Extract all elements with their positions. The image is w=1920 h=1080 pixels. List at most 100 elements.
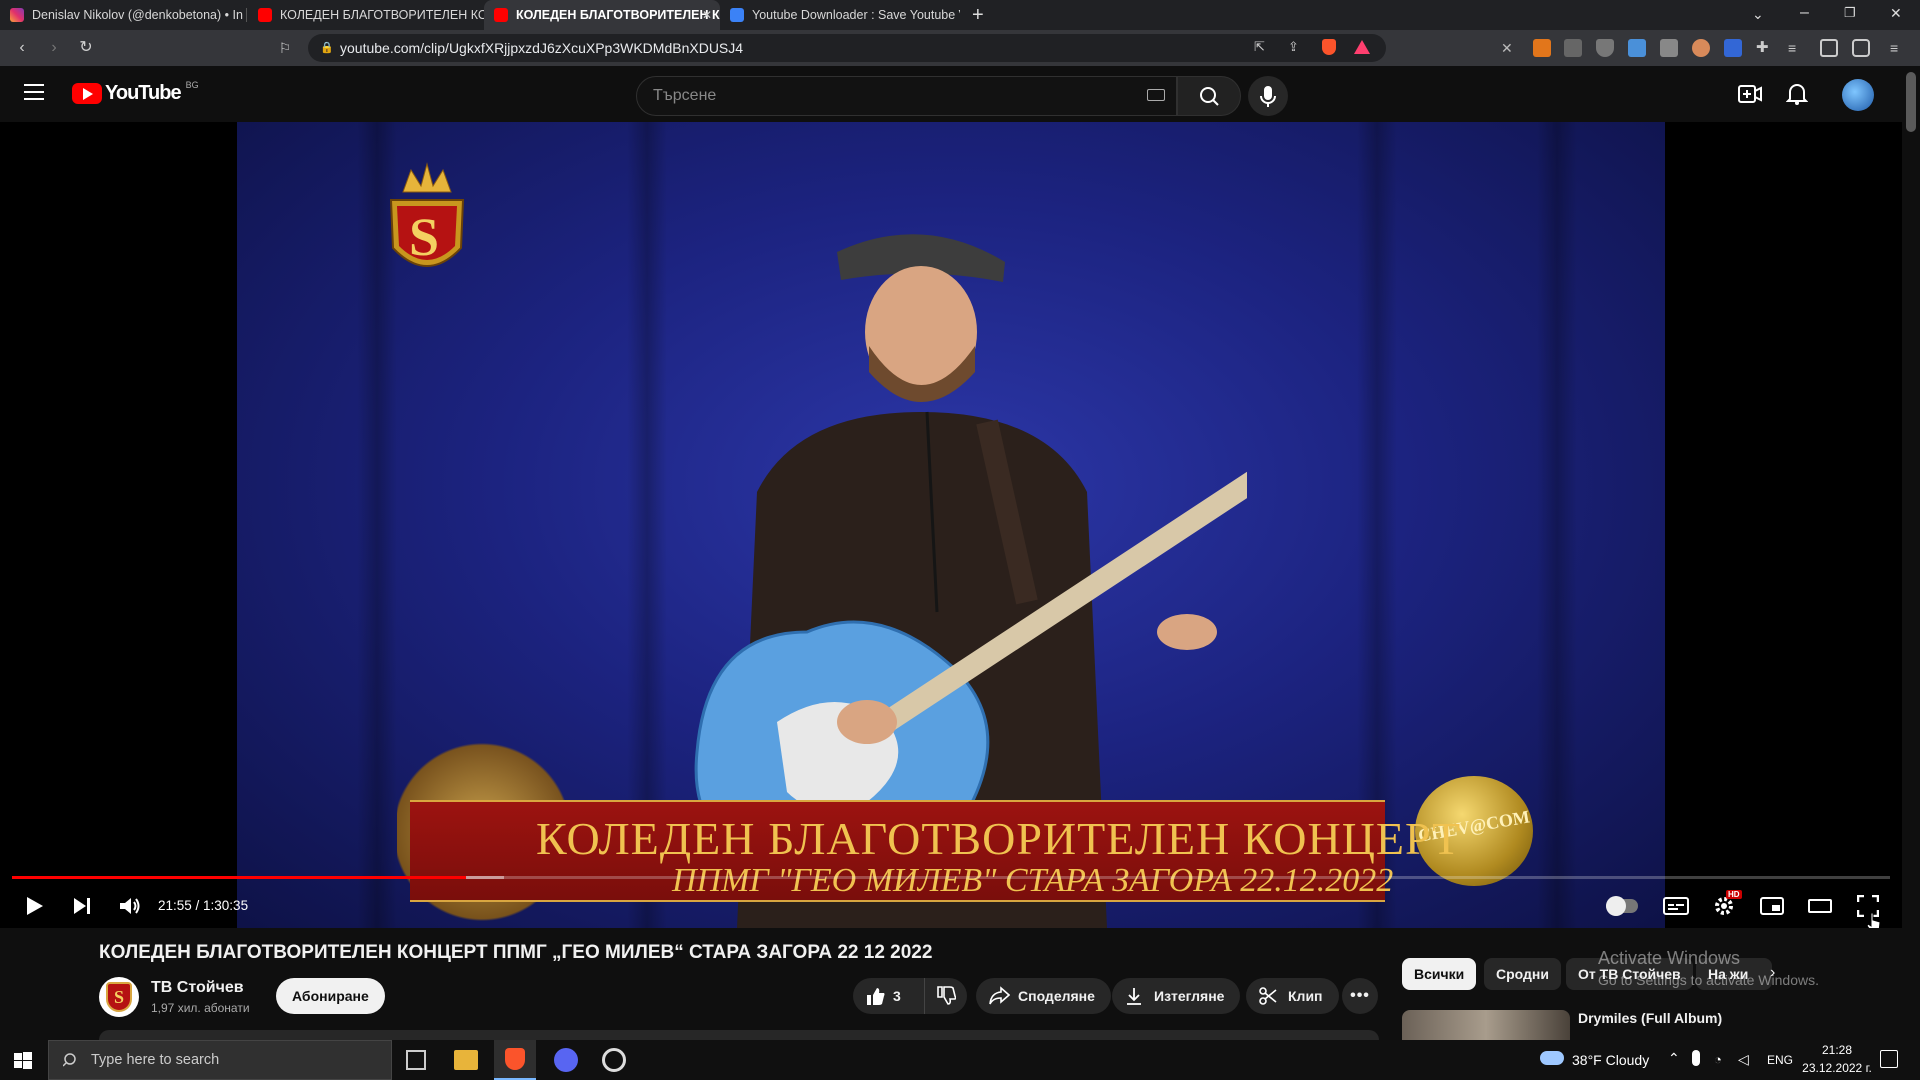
description-box[interactable] <box>99 1030 1379 1040</box>
subtitles-button[interactable] <box>1658 888 1694 924</box>
voice-search-button[interactable] <box>1248 76 1288 116</box>
windows-start-icon[interactable] <box>14 1052 32 1070</box>
dislike-button[interactable] <box>925 978 967 1014</box>
discord-icon[interactable] <box>554 1048 578 1072</box>
subscribe-label: Абониране <box>292 988 369 1004</box>
clip-button[interactable]: Клип <box>1246 978 1339 1014</box>
share-icon[interactable]: ⇪ <box>1288 39 1299 55</box>
extension-icon[interactable] <box>1628 39 1646 57</box>
youtube-play-icon <box>72 83 102 104</box>
taskbar-brave-button[interactable] <box>494 1040 536 1080</box>
brave-icon <box>505 1048 525 1070</box>
banner-line-2: ППМГ "ГЕО МИЛЕВ" СТАРА ЗАГОРА 22.12.2022 <box>672 862 1394 899</box>
browser-tab-instagram[interactable]: Denislav Nikolov (@denkobetona) • In <box>0 0 244 30</box>
subscribe-button[interactable]: Абониране <box>276 978 385 1014</box>
close-extension-icon[interactable]: ✕ <box>1501 39 1519 57</box>
page-scrollbar[interactable] <box>1902 66 1920 1040</box>
extension-icon[interactable] <box>1660 39 1678 57</box>
activate-windows-subtitle: Go to Settings to activate Windows. <box>1598 972 1819 988</box>
taskbar-search-input[interactable]: Type here to search <box>48 1040 392 1080</box>
extension-icon[interactable] <box>1692 39 1710 57</box>
clock-date[interactable]: 23.12.2022 г. <box>1796 1061 1878 1075</box>
tab-search-chevron-icon[interactable]: ⌄ <box>1752 6 1764 23</box>
toggle-track <box>1606 896 1638 916</box>
tab-title: Denislav Nikolov (@denkobetona) • In <box>32 8 243 22</box>
channel-crest-logo: S <box>381 162 473 286</box>
hamburger-menu-icon[interactable] <box>24 84 44 100</box>
menu-icon[interactable]: ≡ <box>1890 39 1908 57</box>
browser-tab-downloader[interactable]: Youtube Downloader : Save Youtube V <box>720 0 960 30</box>
network-icon[interactable]: ◔ <box>1714 1052 1722 1067</box>
wallet-icon[interactable] <box>1852 39 1870 57</box>
video-player[interactable]: S CHEV@COM КОЛЕДЕН БЛАГОТВОРИТЕЛЕН КОНЦЕ… <box>0 122 1902 928</box>
notifications-bell-icon[interactable] <box>1786 82 1808 106</box>
brave-shields-icon[interactable] <box>1322 39 1336 55</box>
speaker-icon[interactable]: ◁ <box>1738 1051 1749 1068</box>
more-actions-button[interactable]: ••• <box>1342 978 1378 1014</box>
region-code: BG <box>185 79 199 90</box>
weather-text[interactable]: 38°F Cloudy <box>1572 1052 1649 1068</box>
scrollbar-thumb[interactable] <box>1906 72 1916 132</box>
subtitles-icon <box>1663 897 1689 915</box>
autoplay-toggle[interactable] <box>1604 888 1640 924</box>
task-view-icon[interactable] <box>406 1050 426 1070</box>
forward-icon[interactable]: › <box>44 38 64 58</box>
avatar[interactable] <box>1842 79 1874 111</box>
metamask-icon[interactable] <box>1533 39 1551 57</box>
microphone-icon[interactable] <box>1692 1050 1700 1066</box>
play-button[interactable] <box>16 888 52 924</box>
browser-tab-strip: Denislav Nikolov (@denkobetona) • In КОЛ… <box>0 0 1920 30</box>
new-tab-button[interactable]: + <box>972 4 992 26</box>
browser-tab-youtube-active[interactable]: КОЛЕДЕН БЛАГОТВОРИТЕЛЕН К ✕ <box>484 0 720 30</box>
translate-icon[interactable] <box>1724 39 1742 57</box>
obs-icon[interactable] <box>602 1048 626 1072</box>
channel-avatar[interactable]: S <box>99 977 139 1017</box>
download-button[interactable]: Изтегляне <box>1112 978 1241 1014</box>
close-window-icon[interactable]: ✕ <box>1890 5 1902 22</box>
create-video-icon[interactable] <box>1738 83 1762 105</box>
next-video-button[interactable] <box>64 888 100 924</box>
like-button[interactable]: 3 <box>853 978 925 1014</box>
microphone-icon <box>1260 86 1276 107</box>
windows-taskbar: Type here to search 38°F Cloudy ⌃ ◔ ◁ EN… <box>0 1040 1920 1080</box>
chip-related[interactable]: Сродни <box>1484 958 1561 990</box>
bookmark-icon[interactable]: ⚐ <box>275 38 295 58</box>
clock-time[interactable]: 21:28 <box>1800 1043 1874 1057</box>
minimize-window-icon[interactable]: – <box>1800 4 1809 22</box>
browser-tab-youtube-1[interactable]: КОЛЕДЕН БЛАГОТВОРИТЕЛЕН КОНЦ <box>248 0 484 30</box>
input-language[interactable]: ENG <box>1767 1053 1793 1067</box>
keyboard-icon[interactable] <box>1147 89 1165 101</box>
shield-icon[interactable] <box>1596 39 1614 57</box>
recommendation-title[interactable]: Drymiles (Full Album) <box>1578 1010 1722 1026</box>
search-button[interactable] <box>1177 76 1241 116</box>
notification-center-icon[interactable] <box>1880 1050 1898 1068</box>
chip-all[interactable]: Всички <box>1402 958 1477 990</box>
recommendation-thumbnail[interactable] <box>1402 1010 1570 1040</box>
channel-name[interactable]: ТВ Стойчев <box>151 979 244 997</box>
lock-icon: 🔒 <box>320 42 334 54</box>
volume-button[interactable] <box>112 888 148 924</box>
extension-icon[interactable] <box>1564 39 1582 57</box>
restore-window-icon[interactable]: ❐ <box>1844 5 1856 21</box>
back-icon[interactable]: ‹ <box>12 38 32 58</box>
media-icon[interactable]: ≡ <box>1788 39 1806 57</box>
close-tab-icon[interactable]: ✕ <box>702 8 712 22</box>
progress-bar[interactable] <box>12 876 1890 879</box>
search-input[interactable]: Търсене <box>636 76 1177 116</box>
puzzle-icon[interactable]: ✚ <box>1756 39 1774 57</box>
file-explorer-icon[interactable] <box>454 1050 478 1070</box>
youtube-logo[interactable]: YouTube BG <box>72 79 199 105</box>
taskbar-search-placeholder: Type here to search <box>91 1052 220 1068</box>
settings-button[interactable]: HD <box>1706 888 1742 924</box>
search-placeholder: Търсене <box>653 87 717 104</box>
theater-mode-button[interactable] <box>1802 888 1838 924</box>
miniplayer-button[interactable] <box>1754 888 1790 924</box>
share-button[interactable]: Споделяне <box>976 978 1111 1014</box>
open-external-icon[interactable]: ⇱ <box>1254 39 1265 55</box>
address-bar[interactable]: 🔒 youtube.com/clip/UgkxfXRjjpxzdJ6zXcuXP… <box>308 34 1386 62</box>
brave-rewards-icon[interactable] <box>1354 40 1370 54</box>
play-icon <box>27 897 43 915</box>
sidebar-icon[interactable] <box>1820 39 1838 57</box>
reload-icon[interactable]: ↻ <box>76 38 96 58</box>
chevron-up-icon[interactable]: ⌃ <box>1668 1050 1680 1067</box>
